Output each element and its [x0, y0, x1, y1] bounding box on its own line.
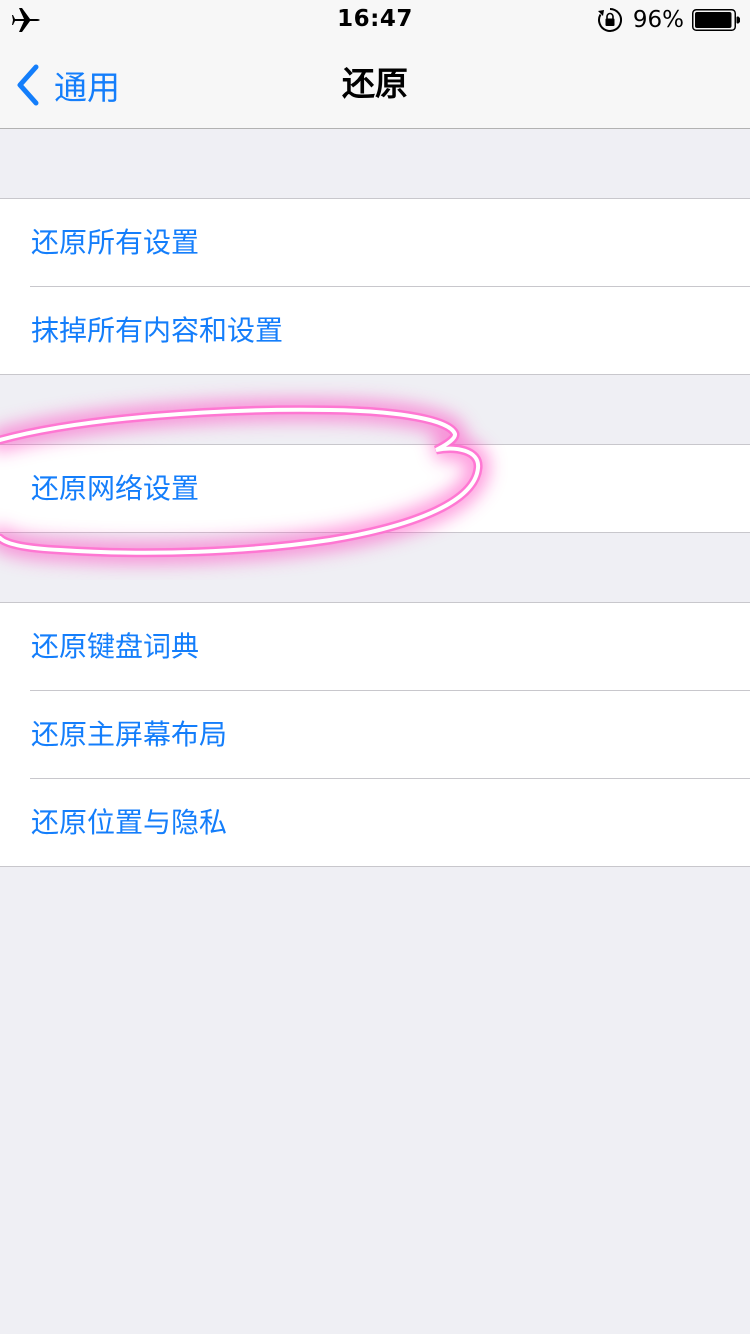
status-bar: 16:47 96% — [0, 0, 750, 40]
reset-location-privacy-row[interactable]: 还原位置与隐私 — [0, 778, 750, 866]
row-label: 还原主屏幕布局 — [31, 718, 228, 751]
status-right: 96% — [597, 6, 740, 34]
row-label: 还原位置与隐私 — [31, 806, 228, 839]
battery-icon — [692, 9, 740, 31]
row-label: 还原键盘词典 — [31, 630, 200, 663]
row-label: 还原网络设置 — [31, 472, 200, 505]
reset-all-settings-row[interactable]: 还原所有设置 — [0, 199, 750, 286]
reset-keyboard-dictionary-row[interactable]: 还原键盘词典 — [0, 603, 750, 690]
row-label: 还原所有设置 — [31, 226, 200, 259]
row-label: 抹掉所有内容和设置 — [31, 314, 284, 347]
rotation-lock-icon — [597, 8, 622, 32]
erase-all-content-row[interactable]: 抹掉所有内容和设置 — [0, 286, 750, 374]
page-title: 还原 — [342, 64, 408, 103]
reset-group-2: 还原网络设置 — [0, 444, 750, 533]
reset-group-3: 还原键盘词典 还原主屏幕布局 还原位置与隐私 — [0, 602, 750, 867]
reset-group-1: 还原所有设置 抹掉所有内容和设置 — [0, 198, 750, 375]
navigation-bar: 通用 还原 — [0, 40, 750, 129]
reset-home-screen-layout-row[interactable]: 还原主屏幕布局 — [0, 690, 750, 778]
battery-percent: 96% — [632, 7, 684, 33]
reset-network-settings-row[interactable]: 还原网络设置 — [0, 445, 750, 532]
